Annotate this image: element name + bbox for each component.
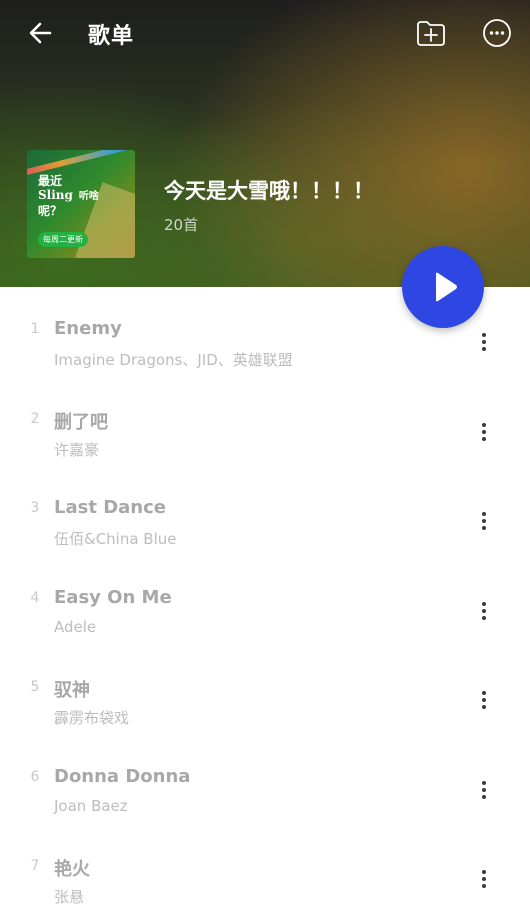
cover-line-1: 最近: [38, 174, 63, 188]
song-artist: 许嘉豪: [54, 440, 100, 459]
playlist-count: 20首: [164, 216, 199, 234]
song-index: 6: [30, 768, 40, 785]
playlist-header: 歌单 最近 Sling 听啥 呢？ 每周二更新 今天是大雪哦！！！！ 20首: [0, 0, 530, 287]
song-row[interactable]: 1 Enemy Imagine Dragons、JID、英雄联盟: [0, 298, 530, 388]
song-more-icon[interactable]: [474, 330, 494, 356]
song-title: 驭神: [54, 680, 90, 701]
back-button[interactable]: [24, 16, 58, 50]
song-row[interactable]: 3 Last Dance 伍佰&China Blue: [0, 477, 530, 567]
cover-line-2-small: 听啥: [78, 191, 99, 202]
song-title: Easy On Me: [54, 586, 172, 608]
song-title: 删了吧: [54, 411, 108, 433]
more-horizontal-icon: [483, 19, 511, 47]
cover-line-3: 呢？: [38, 204, 63, 218]
song-artist: Imagine Dragons、JID、英雄联盟: [54, 351, 293, 369]
cover-badge: 每周二更新: [38, 232, 88, 247]
song-more-icon[interactable]: [474, 867, 494, 893]
cover-line-2: Sling: [38, 188, 73, 202]
song-row[interactable]: 2 删了吧许嘉豪: [0, 388, 530, 478]
song-index: 3: [30, 500, 40, 516]
song-index: 7: [30, 858, 40, 874]
add-to-folder-button[interactable]: [414, 16, 448, 50]
playlist-cover[interactable]: 最近 Sling 听啥 呢？ 每周二更新: [27, 150, 135, 258]
song-title: Donna Donna: [54, 765, 191, 787]
song-more-icon[interactable]: [474, 420, 494, 446]
song-more-icon[interactable]: [474, 688, 494, 714]
song-title: Last Dance: [54, 497, 166, 518]
song-title: 艳火: [54, 859, 90, 880]
top-bar: 歌单: [0, 0, 530, 70]
song-index: 4: [30, 589, 40, 606]
song-index: 1: [30, 321, 40, 337]
song-artist: 伍佰&China Blue: [54, 530, 177, 548]
song-artist: 张悬: [54, 888, 85, 906]
song-row[interactable]: 4 Easy On Me Adele: [0, 567, 530, 657]
song-artist: 霹雳布袋戏: [54, 709, 130, 727]
arrow-left-icon: [29, 22, 52, 44]
song-row[interactable]: 6 Donna Donna Joan Baez: [0, 746, 530, 836]
song-index: 2: [30, 410, 40, 427]
song-title: Enemy: [54, 318, 122, 339]
song-row[interactable]: 5 驭神霹雳布袋戏: [0, 656, 530, 746]
cover-title: 最近 Sling 听啥 呢？: [38, 174, 99, 218]
song-artist: Joan Baez: [54, 796, 128, 815]
folder-plus-icon: [417, 21, 445, 46]
song-row[interactable]: 7 艳火张悬: [0, 835, 530, 910]
page-title: 歌单: [88, 24, 135, 49]
song-list: 1 Enemy Imagine Dragons、JID、英雄联盟 2 删了吧许嘉豪 3 La…: [0, 298, 530, 910]
more-options-button[interactable]: [480, 16, 514, 50]
song-more-icon[interactable]: [474, 509, 494, 535]
song-more-icon[interactable]: [474, 599, 494, 625]
song-index: 5: [30, 679, 40, 695]
song-more-icon[interactable]: [474, 778, 494, 804]
song-artist: Adele: [54, 617, 97, 636]
playlist-name: 今天是大雪哦！！！！: [164, 179, 374, 203]
